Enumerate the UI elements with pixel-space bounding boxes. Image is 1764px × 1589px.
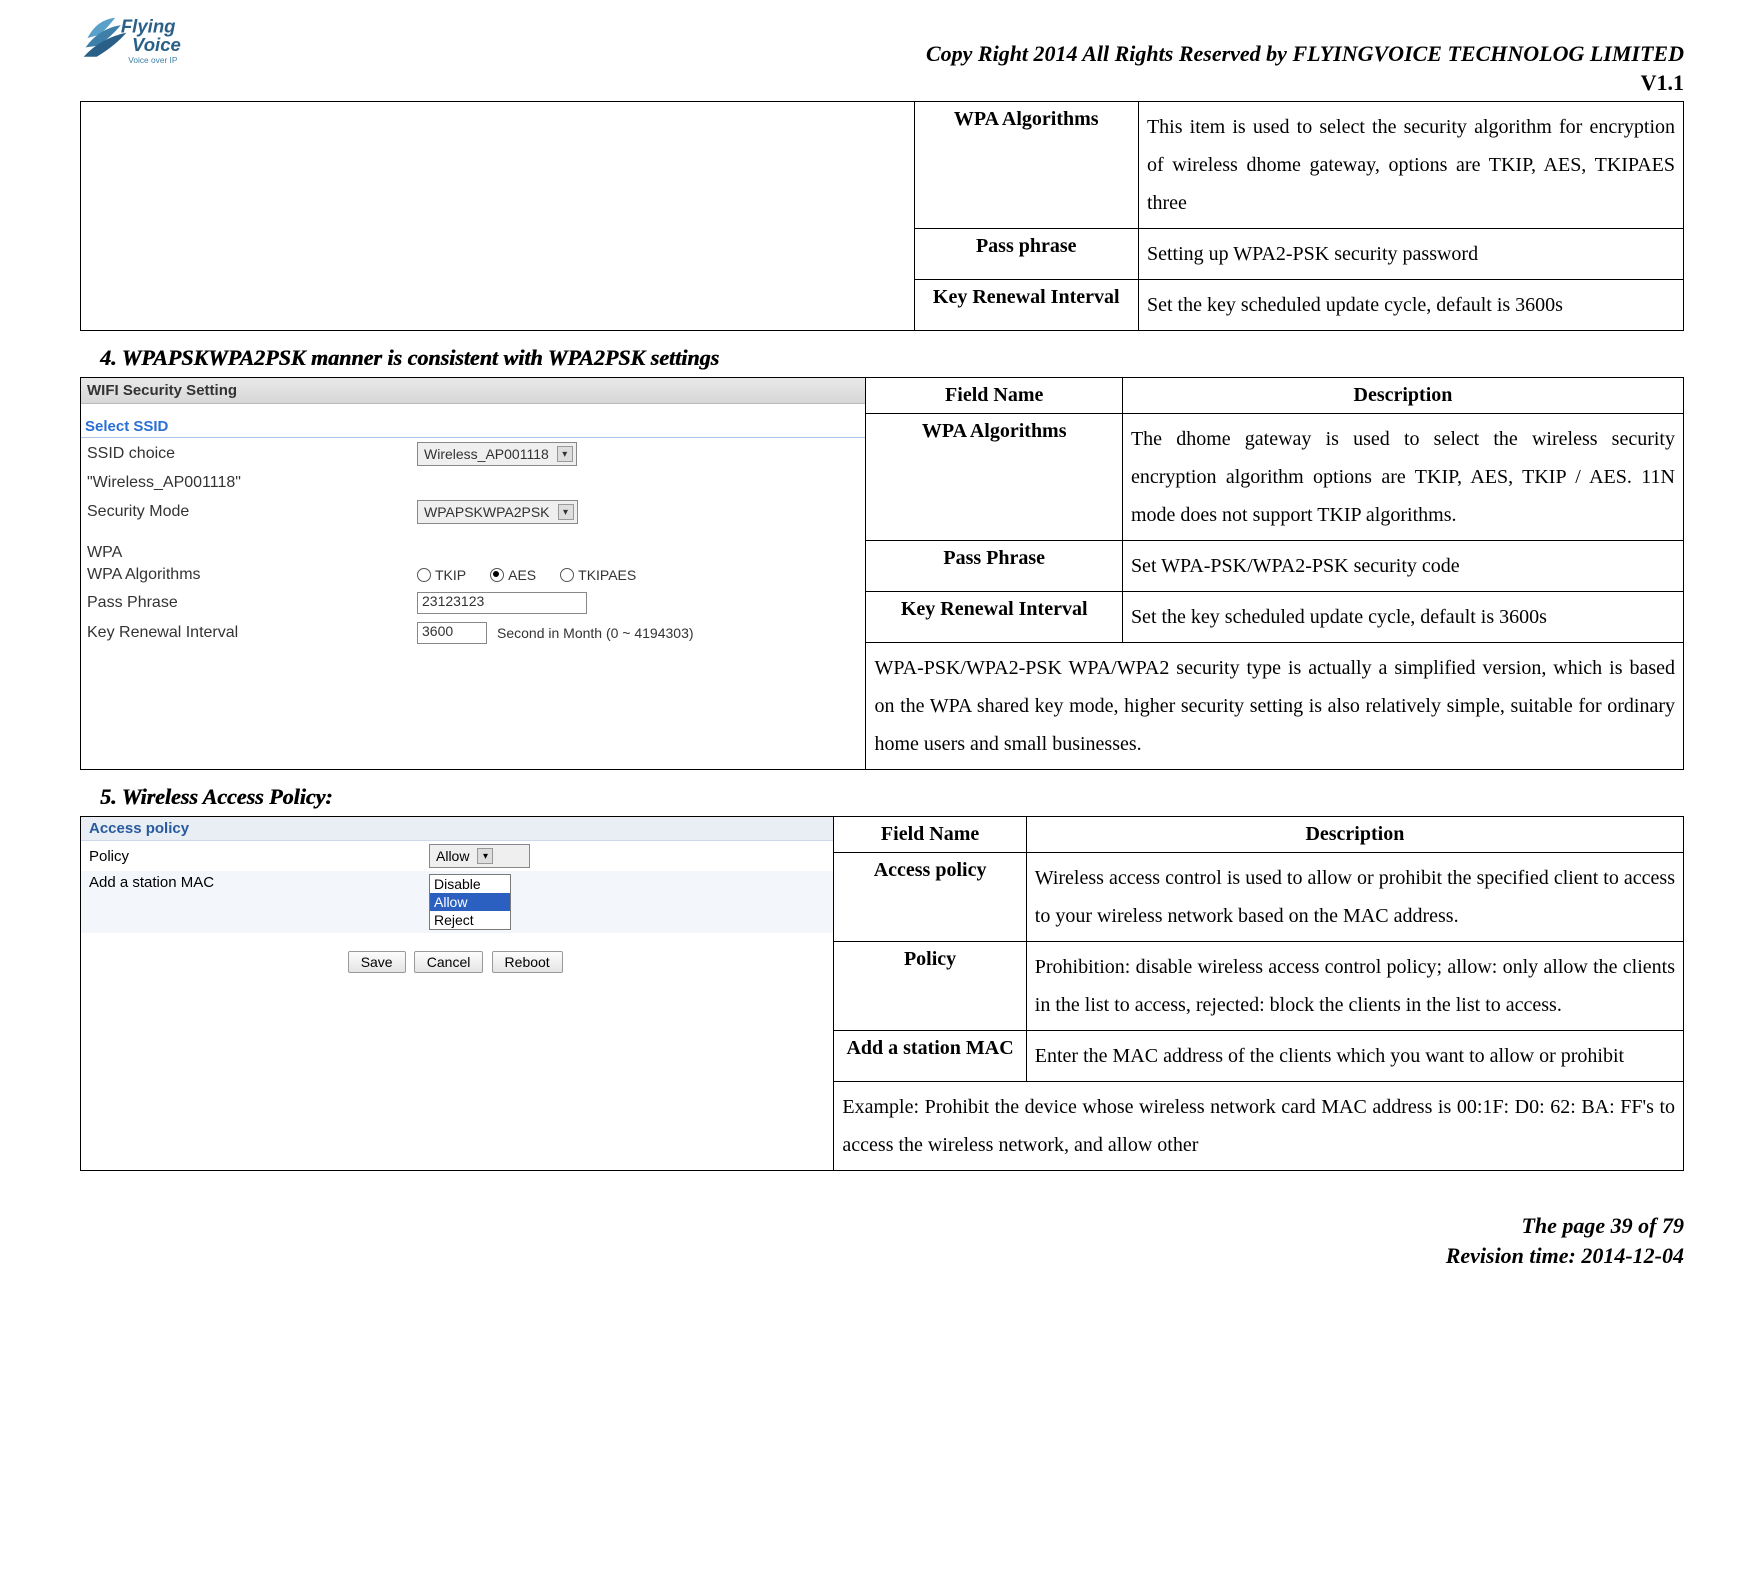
- policy-select-value: Allow: [436, 848, 469, 864]
- field-desc-cell: Setting up WPA2-PSK security password: [1138, 229, 1683, 280]
- page-number: The page 39 of 79: [80, 1211, 1684, 1241]
- ssid-choice-select[interactable]: Wireless_AP001118 ▾: [417, 442, 577, 466]
- pass-phrase-input[interactable]: 23123123: [417, 592, 587, 614]
- table-row: WPA Algorithms This item is used to sele…: [81, 102, 1684, 229]
- security-mode-label: Security Mode: [87, 503, 417, 521]
- wpa-algorithms-label: WPA Algorithms: [87, 566, 417, 584]
- policy-label: Policy: [89, 848, 429, 865]
- cancel-button[interactable]: Cancel: [414, 951, 484, 973]
- ssid-choice-row: SSID choice Wireless_AP001118 ▾: [81, 438, 865, 470]
- field-name-cell: Add a station MAC: [834, 1031, 1026, 1082]
- tkip-radio[interactable]: TKIP: [417, 567, 466, 583]
- security-mode-value: WPAPSKWPA2PSK: [424, 504, 550, 520]
- wpa2psk-table-continuation: WPA Algorithms This item is used to sele…: [80, 101, 1684, 331]
- access-policy-screenshot: Access policy Policy Allow ▾ Add a stati…: [81, 817, 833, 981]
- policy-option-allow[interactable]: Allow: [430, 893, 510, 911]
- column-header-desc: Description: [1122, 378, 1683, 414]
- key-renewal-row: Key Renewal Interval 3600 Second in Mont…: [81, 618, 865, 648]
- ssid-quoted-row: "Wireless_AP001118": [81, 470, 865, 496]
- policy-dropdown-list: Disable Allow Reject: [429, 874, 511, 930]
- header-right: Copy Right 2014 All Rights Reserved by F…: [926, 40, 1684, 97]
- field-name-cell: WPA Algorithms: [914, 102, 1138, 229]
- field-desc-cell: Prohibition: disable wireless access con…: [1026, 942, 1683, 1031]
- chevron-down-icon: ▾: [557, 446, 573, 462]
- field-name-cell: WPA Algorithms: [866, 414, 1122, 541]
- reboot-button[interactable]: Reboot: [492, 951, 563, 973]
- field-desc-cell: Set WPA-PSK/WPA2-PSK security code: [1122, 541, 1683, 592]
- wifi-security-screenshot: WIFI Security Setting Select SSID SSID c…: [81, 378, 865, 648]
- wpa-section-row: WPA: [81, 540, 865, 562]
- field-desc-cell: The dhome gateway is used to select the …: [1122, 414, 1683, 541]
- section4-title: 4. WPAPSKWPA2PSK manner is consistent wi…: [100, 345, 1684, 371]
- field-name-cell: Policy: [834, 942, 1026, 1031]
- save-button[interactable]: Save: [348, 951, 406, 973]
- wpa-algorithms-row: WPA Algorithms TKIP AES TKIPAES: [81, 562, 865, 588]
- field-desc-cell: This item is used to select the security…: [1138, 102, 1683, 229]
- pass-phrase-row: Pass Phrase 23123123: [81, 588, 865, 618]
- tkip-radio-label: TKIP: [435, 567, 466, 583]
- page-footer: The page 39 of 79 Revision time: 2014-12…: [80, 1211, 1684, 1270]
- tkipaes-radio[interactable]: TKIPAES: [560, 567, 636, 583]
- table-row: WIFI Security Setting Select SSID SSID c…: [81, 378, 1684, 414]
- document-page: Flying Voice Voice over IP Copy Right 20…: [0, 0, 1764, 1301]
- page-header: Flying Voice Voice over IP Copy Right 20…: [80, 10, 1684, 97]
- key-renewal-input[interactable]: 3600: [417, 622, 487, 644]
- wifi-security-title: WIFI Security Setting: [81, 378, 865, 404]
- chevron-down-icon: ▾: [558, 504, 574, 520]
- pass-phrase-label: Pass Phrase: [87, 594, 417, 612]
- select-ssid-legend: Select SSID: [81, 410, 865, 438]
- section5-table: Access policy Policy Allow ▾ Add a stati…: [80, 816, 1684, 1171]
- column-header-desc: Description: [1026, 817, 1683, 853]
- key-renewal-suffix: Second in Month (0 ~ 4194303): [497, 625, 694, 641]
- table-row: Access policy Policy Allow ▾ Add a stati…: [81, 817, 1684, 853]
- section4-note: WPA-PSK/WPA2-PSK WPA/WPA2 security type …: [866, 643, 1684, 770]
- column-header-field: Field Name: [866, 378, 1122, 414]
- policy-option-disable[interactable]: Disable: [430, 875, 510, 893]
- security-mode-select[interactable]: WPAPSKWPA2PSK ▾: [417, 500, 578, 524]
- policy-button-row: Save Cancel Reboot: [81, 951, 833, 981]
- section5-title: 5. Wireless Access Policy:: [100, 784, 1684, 810]
- ssid-choice-label: SSID choice: [87, 445, 417, 463]
- tkipaes-radio-label: TKIPAES: [578, 567, 636, 583]
- field-name-cell: Pass Phrase: [866, 541, 1122, 592]
- policy-select[interactable]: Allow ▾: [429, 844, 530, 868]
- add-mac-row: Add a station MAC Disable Allow Reject: [81, 871, 833, 933]
- ssid-quoted-label: "Wireless_AP001118": [87, 474, 417, 492]
- add-mac-label: Add a station MAC: [89, 874, 429, 891]
- field-desc-cell: Enter the MAC address of the clients whi…: [1026, 1031, 1683, 1082]
- svg-text:Voice: Voice: [132, 34, 181, 55]
- wpa-section-label: WPA: [87, 544, 417, 562]
- key-renewal-label: Key Renewal Interval: [87, 624, 417, 642]
- copyright-line: Copy Right 2014 All Rights Reserved by F…: [926, 40, 1684, 69]
- field-desc-cell: Set the key scheduled update cycle, defa…: [1122, 592, 1683, 643]
- version-label: V1.1: [926, 69, 1684, 98]
- policy-dropdown-open[interactable]: Disable Allow Reject: [429, 874, 511, 930]
- aes-radio-label: AES: [508, 567, 536, 583]
- aes-radio[interactable]: AES: [490, 567, 536, 583]
- chevron-down-icon: ▾: [477, 848, 493, 864]
- field-name-cell: Pass phrase: [914, 229, 1138, 280]
- brand-logo: Flying Voice Voice over IP: [80, 10, 210, 70]
- field-name-cell: Key Renewal Interval: [866, 592, 1122, 643]
- ssid-choice-value: Wireless_AP001118: [424, 446, 549, 462]
- security-mode-row: Security Mode WPAPSKWPA2PSK ▾: [81, 496, 865, 528]
- field-name-cell: Key Renewal Interval: [914, 280, 1138, 331]
- revision-time: Revision time: 2014-12-04: [80, 1241, 1684, 1271]
- flyingvoice-logo-icon: Flying Voice Voice over IP: [80, 10, 210, 70]
- policy-option-reject[interactable]: Reject: [430, 911, 510, 929]
- policy-row: Policy Allow ▾: [81, 841, 833, 871]
- access-policy-header: Access policy: [81, 817, 833, 841]
- svg-text:Voice over IP: Voice over IP: [128, 55, 178, 65]
- field-desc-cell: Wireless access control is used to allow…: [1026, 853, 1683, 942]
- section5-example: Example: Prohibit the device whose wirel…: [834, 1082, 1684, 1171]
- field-name-cell: Access policy: [834, 853, 1026, 942]
- column-header-field: Field Name: [834, 817, 1026, 853]
- section4-table: WIFI Security Setting Select SSID SSID c…: [80, 377, 1684, 770]
- field-desc-cell: Set the key scheduled update cycle, defa…: [1138, 280, 1683, 331]
